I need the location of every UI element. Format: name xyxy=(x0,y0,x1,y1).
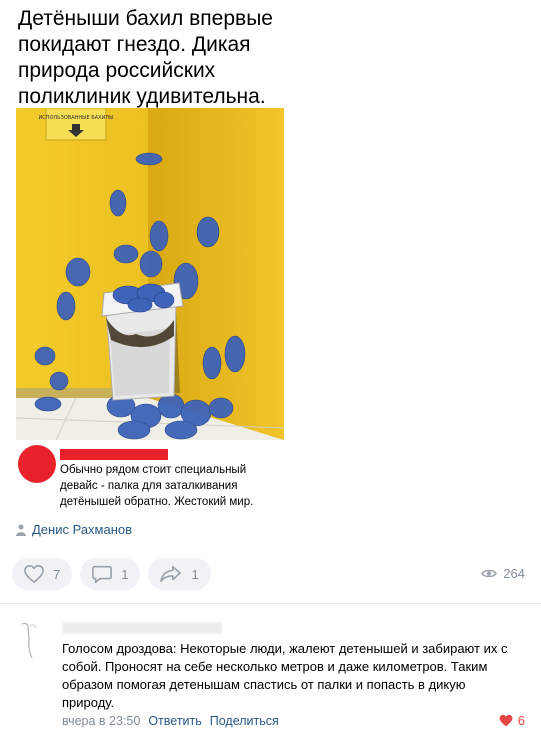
views-count: 264 xyxy=(503,566,525,581)
meme-photo: ИСПОЛЬЗОВАННЫЕ БАХИЛЫ xyxy=(16,108,284,440)
comment-footer: вчера в 23:50 Ответить Поделиться xyxy=(62,714,279,728)
share-count: 1 xyxy=(191,566,199,582)
person-icon xyxy=(16,524,26,536)
photo-sign-text: ИСПОЛЬЗОВАННЫЕ БАХИЛЫ xyxy=(39,115,114,121)
caption-name-redacted xyxy=(60,449,168,460)
comment-icon xyxy=(92,565,113,583)
meme-caption: Обычно рядом стоит специальный девайс - … xyxy=(60,464,254,508)
share-button[interactable]: 1 xyxy=(148,558,211,590)
comment-like-button[interactable]: 6 xyxy=(499,713,525,728)
divider xyxy=(0,603,541,604)
reply-link[interactable]: Ответить xyxy=(148,714,201,728)
caption-avatar-redacted xyxy=(18,445,56,483)
eye-icon xyxy=(481,569,498,578)
meme-title: Детёныши бахил впервые покидают гнездо. … xyxy=(18,7,273,108)
comment-author-redacted[interactable] xyxy=(62,622,222,634)
comment-like-count: 6 xyxy=(517,713,525,728)
post-author[interactable]: Денис Рахманов xyxy=(16,522,132,537)
heart-filled-icon xyxy=(499,714,513,727)
comment-button[interactable]: 1 xyxy=(80,558,141,590)
comment-avatar[interactable] xyxy=(16,620,46,660)
share-icon xyxy=(160,565,182,583)
views-counter: 264 xyxy=(481,566,525,581)
comment-text: Голосом дроздова: Некоторые люди, жалеют… xyxy=(62,641,508,710)
comment-time[interactable]: вчера в 23:50 xyxy=(62,714,140,728)
like-button[interactable]: 7 xyxy=(12,558,73,590)
post-actions: 7 1 1 xyxy=(12,558,211,590)
share-link[interactable]: Поделиться xyxy=(210,714,279,728)
heart-icon xyxy=(24,565,44,583)
like-count: 7 xyxy=(53,566,61,582)
comment-count: 1 xyxy=(121,566,129,582)
post-author-name[interactable]: Денис Рахманов xyxy=(32,522,132,537)
